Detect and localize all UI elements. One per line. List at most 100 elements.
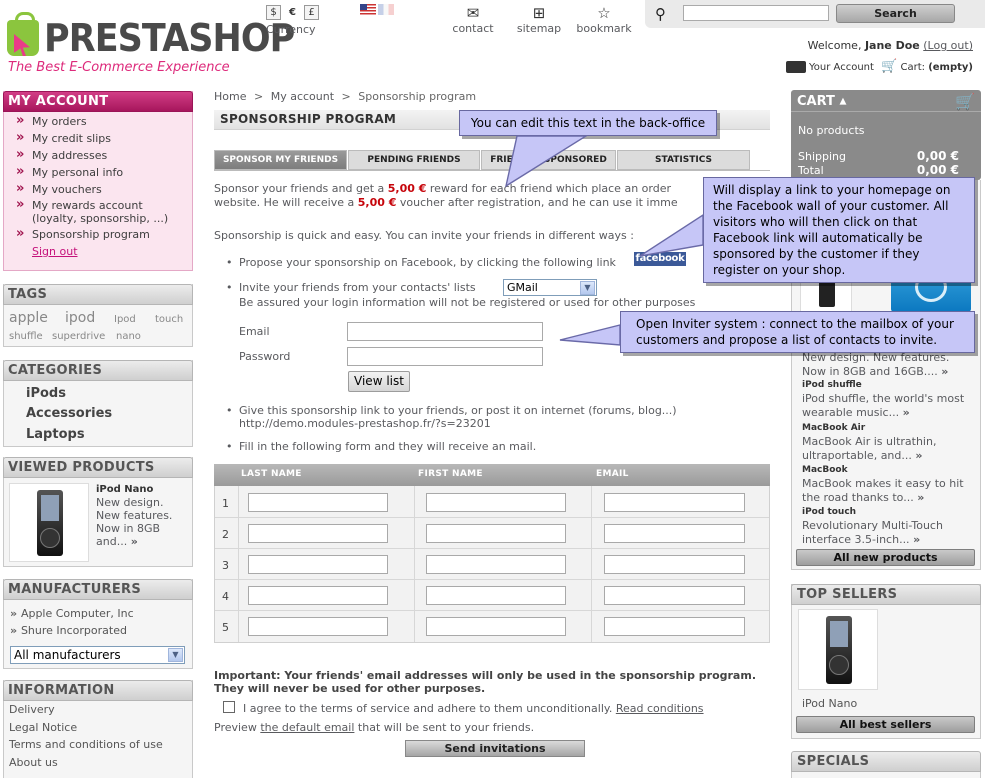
important-notice: Important: Your friends' email addresses… — [214, 669, 756, 695]
menu-sponsorship[interactable]: Sponsorship program — [4, 226, 192, 242]
category-accessories[interactable]: Accessories — [26, 406, 112, 421]
cart-link[interactable]: Cart: — [900, 62, 925, 73]
tab-statistics[interactable]: STATISTICS — [617, 150, 750, 170]
tab-pending-friends[interactable]: PENDING FRIENDS — [348, 150, 480, 170]
tag-ipod-cap[interactable]: Ipod — [114, 314, 136, 325]
logout-link[interactable]: (Log out) — [923, 39, 973, 52]
cart-total-label: Total — [798, 164, 824, 177]
password-field[interactable] — [347, 347, 543, 366]
bookmark-link[interactable]: ☆ bookmark — [564, 4, 644, 35]
last-name-input-3[interactable] — [248, 555, 388, 574]
my-account-title: MY ACCOUNT — [3, 91, 193, 112]
contacts-option: Invite your friends from your contacts' … — [226, 281, 476, 294]
info-delivery[interactable]: Delivery — [9, 703, 55, 716]
manufacturers-title: MANUFACTURERS — [3, 579, 193, 600]
menu-vouchers[interactable]: My vouchers — [4, 181, 192, 197]
first-name-input-5[interactable] — [426, 617, 566, 636]
more-arrow-icon: » — [917, 491, 925, 504]
tag-ipod[interactable]: ipod — [65, 310, 95, 326]
new-product-partial-desc: New design. New features. Now in 8GB and… — [802, 351, 950, 378]
row-divider — [215, 579, 769, 580]
info-about[interactable]: About us — [9, 756, 58, 769]
info-legal[interactable]: Legal Notice — [9, 721, 77, 734]
last-name-input-4[interactable] — [248, 586, 388, 605]
cart-icon: 🛒 — [881, 59, 898, 74]
email-field[interactable] — [347, 322, 543, 341]
voucher-amount: 5,00 € — [357, 196, 397, 209]
viewed-product-image[interactable] — [9, 483, 89, 562]
specials-block — [791, 772, 981, 778]
first-name-input-3[interactable] — [426, 555, 566, 574]
email-input-4[interactable] — [604, 586, 745, 605]
tab-divider — [214, 170, 770, 171]
top-seller-name[interactable]: iPod Nano — [802, 697, 857, 710]
last-name-input-5[interactable] — [248, 617, 388, 636]
currency-euro-button[interactable]: € — [285, 5, 300, 20]
sponsorship-url[interactable]: http://demo.modules-prestashop.fr/?s=232… — [239, 417, 491, 431]
new-product-desc: Revolutionary Multi-Touch interface 3.5-… — [802, 519, 943, 546]
manufacturer-shure[interactable]: Shure Incorporated — [10, 624, 127, 637]
info-terms[interactable]: Terms and conditions of use — [9, 738, 163, 751]
tag-apple[interactable]: apple — [9, 310, 48, 326]
read-conditions-link[interactable]: Read conditions — [616, 702, 704, 715]
menu-addresses[interactable]: My addresses — [4, 147, 192, 163]
menu-personal-info[interactable]: My personal info — [4, 164, 192, 180]
row-number: 5 — [222, 621, 229, 634]
tab-sponsor-my-friends[interactable]: SPONSOR MY FRIENDS — [214, 150, 347, 170]
cart-title[interactable]: CART ▲ — [797, 94, 846, 109]
all-best-sellers-button[interactable]: All best sellers — [796, 716, 975, 733]
tag-touch[interactable]: touch — [155, 314, 183, 325]
tag-shuffle[interactable]: shuffle — [9, 331, 43, 342]
currency-pound-button[interactable]: £ — [304, 5, 319, 20]
first-name-input-4[interactable] — [426, 586, 566, 605]
new-product-name[interactable]: MacBook Air — [802, 423, 865, 433]
send-invitations-button[interactable]: Send invitations — [405, 740, 585, 757]
email-input-1[interactable] — [604, 493, 745, 512]
currency-label: Currency — [266, 23, 316, 36]
search-input[interactable] — [683, 5, 829, 21]
menu-credit-slips[interactable]: My credit slips — [4, 130, 192, 146]
breadcrumb-current: Sponsorship program — [358, 90, 477, 103]
email-input-5[interactable] — [604, 617, 745, 636]
facebook-option: Propose your sponsorship on Facebook, by… — [226, 256, 616, 269]
breadcrumb-home[interactable]: Home — [214, 90, 246, 103]
last-name-input-2[interactable] — [248, 524, 388, 543]
flag-en-icon[interactable] — [360, 4, 376, 15]
top-seller-image[interactable] — [798, 609, 878, 690]
email-input-3[interactable] — [604, 555, 745, 574]
email-provider-select[interactable]: GMail ▼ — [503, 279, 597, 296]
first-name-input-2[interactable] — [426, 524, 566, 543]
search-button[interactable]: Search — [836, 4, 955, 23]
callout-arrow — [639, 213, 704, 257]
facebook-button[interactable]: facebook — [634, 252, 686, 266]
viewed-product-name[interactable]: iPod Nano — [96, 484, 153, 495]
menu-my-orders[interactable]: My orders — [4, 113, 192, 129]
tag-nano[interactable]: nano — [116, 331, 141, 342]
tag-superdrive[interactable]: superdrive — [52, 331, 105, 342]
all-new-products-button[interactable]: All new products — [796, 549, 975, 566]
account-icon — [785, 61, 806, 73]
manufacturer-apple[interactable]: Apple Computer, Inc — [10, 607, 134, 620]
welcome-line: Welcome, Jane Doe (Log out) — [807, 39, 973, 52]
default-email-link[interactable]: the default email — [260, 721, 354, 734]
logo[interactable]: PRESTASHOP — [44, 16, 295, 60]
category-ipods[interactable]: iPods — [26, 386, 66, 401]
breadcrumb-my-account[interactable]: My account — [271, 90, 334, 103]
sign-out-link[interactable]: Sign out — [32, 245, 192, 258]
new-product-name[interactable]: iPod touch — [802, 507, 856, 517]
cart-block: CART ▲ 🛒 No products Shipping 0,00 € Tot… — [791, 90, 981, 180]
category-laptops[interactable]: Laptops — [26, 427, 85, 442]
new-product-name[interactable]: MacBook — [802, 465, 848, 475]
email-input-2[interactable] — [604, 524, 745, 543]
new-product-name[interactable]: iPod shuffle — [802, 380, 862, 390]
manufacturers-select[interactable]: All manufacturers ▼ — [10, 646, 185, 664]
currency-dollar-button[interactable]: $ — [266, 5, 281, 20]
agree-checkbox[interactable] — [223, 701, 235, 713]
your-account-link[interactable]: Your Account — [809, 62, 874, 73]
view-list-button[interactable]: View list — [348, 371, 410, 392]
flag-fr-icon[interactable] — [378, 4, 394, 15]
last-name-input-1[interactable] — [248, 493, 388, 512]
first-name-input-1[interactable] — [426, 493, 566, 512]
menu-rewards[interactable]: My rewards account (loyalty, sponsorship… — [4, 198, 184, 225]
tab-friends-sponsored[interactable]: FRIENDS I SPONSORED — [481, 150, 616, 170]
